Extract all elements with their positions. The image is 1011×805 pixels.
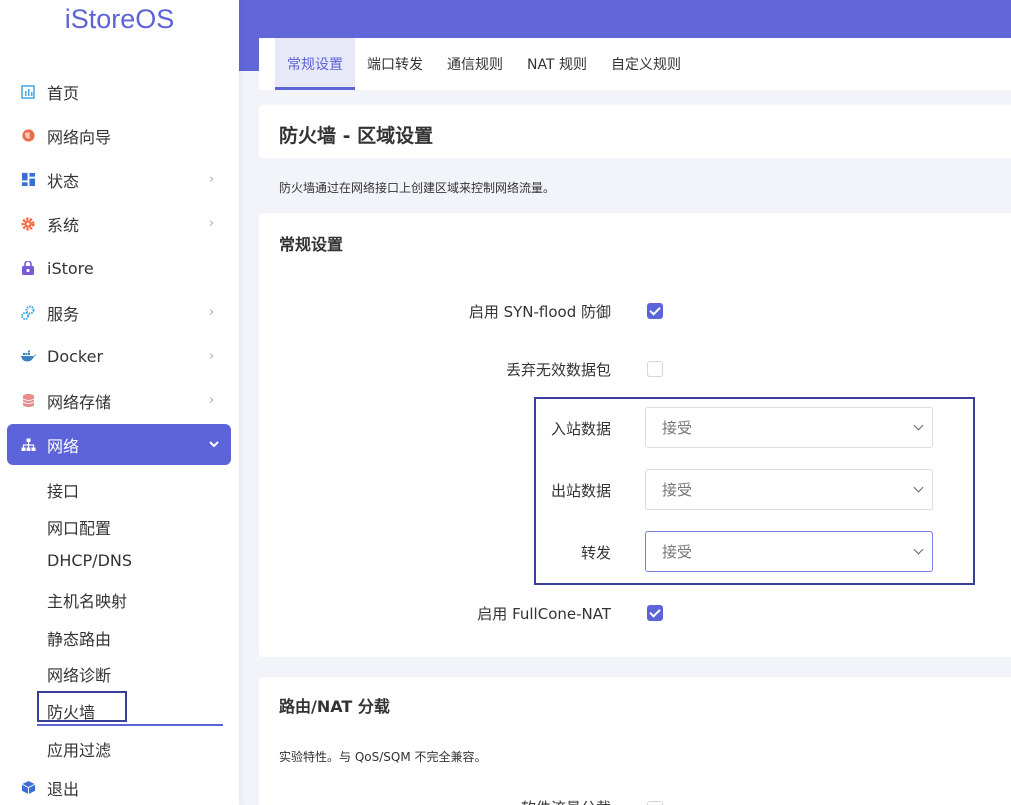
sidebar-item-label: 服务 (47, 304, 80, 324)
forward-policy-label: 转发 (580, 544, 611, 562)
input-policy-select[interactable]: 接受 (645, 407, 933, 448)
drop-invalid-checkbox[interactable] (647, 361, 663, 377)
sidebar-item-label: 首页 (47, 83, 80, 103)
sidebar-item-services[interactable]: 服务 › (7, 292, 231, 333)
page-title: 防火墙 - 区域设置 (279, 125, 434, 147)
tab-port-forwards[interactable]: 端口转发 (355, 38, 435, 90)
forward-policy-select[interactable]: 接受 (645, 531, 933, 572)
sidebar-item-logout[interactable]: 退出 (7, 767, 231, 805)
tab-custom-rules[interactable]: 自定义规则 (599, 38, 693, 90)
software-offload-checkbox[interactable] (647, 801, 663, 805)
database-icon (19, 392, 37, 410)
chevron-right-icon: › (209, 349, 215, 364)
output-policy-label: 出站数据 (550, 482, 611, 500)
tab-general[interactable]: 常规设置 (275, 38, 355, 90)
chevron-down-icon (913, 544, 924, 555)
tab-nat-rules[interactable]: NAT 规则 (515, 38, 599, 90)
forward-policy-value: 接受 (662, 543, 693, 561)
active-sub-underline (37, 724, 223, 726)
chevron-right-icon: › (209, 172, 215, 187)
network-icon (19, 436, 37, 454)
sidebar-item-home[interactable]: 首页 (7, 71, 231, 112)
chevron-right-icon: › (209, 393, 215, 408)
dashboard-icon (19, 83, 37, 101)
output-policy-select[interactable]: 接受 (645, 469, 933, 510)
sidebar-item-label: 系统 (47, 215, 80, 235)
sidebar-sub-port-config[interactable]: 网口配置 (47, 515, 111, 539)
sidebar-sub-dhcp-dns[interactable]: DHCP/DNS (47, 551, 132, 570)
chevron-right-icon: › (209, 216, 215, 231)
sidebar-item-istore[interactable]: iStore (7, 248, 231, 289)
sidebar-sub-app-filter[interactable]: 应用过滤 (47, 737, 111, 761)
offload-description: 实验特性。与 QoS/SQM 不完全兼容。 (279, 750, 487, 764)
sidebar-item-label: 网络向导 (47, 127, 112, 147)
sidebar-item-docker[interactable]: Docker › (7, 336, 231, 377)
offload-card: 路由/NAT 分载 实验特性。与 QoS/SQM 不完全兼容。 软件流量分载 (259, 677, 1011, 805)
offload-title: 路由/NAT 分载 (279, 697, 390, 716)
sidebar-sub-diagnostics[interactable]: 网络诊断 (47, 662, 111, 686)
globe-icon (19, 127, 37, 145)
input-policy-value: 接受 (662, 419, 693, 437)
software-offload-label: 软件流量分载 (521, 797, 611, 805)
input-policy-label: 入站数据 (550, 420, 611, 438)
sidebar-sub-interfaces[interactable]: 接口 (47, 478, 79, 502)
syn-flood-label: 启用 SYN-flood 防御 (468, 303, 611, 321)
fullcone-checkbox[interactable] (647, 605, 663, 621)
page-description: 防火墙通过在网络接口上创建区域来控制网络流量。 (279, 181, 556, 195)
chevron-down-icon (913, 482, 924, 493)
cube-icon (19, 779, 37, 797)
sidebar-item-label: Docker (47, 347, 104, 366)
chevron-down-icon (913, 420, 924, 431)
chevron-right-icon: › (209, 305, 215, 320)
fullcone-label: 启用 FullCone-NAT (477, 605, 611, 623)
sidebar-item-system[interactable]: 系统 › (7, 203, 231, 244)
app-logo[interactable]: iStoreOS (0, 4, 239, 35)
sidebar-item-label: 退出 (47, 779, 80, 799)
store-icon (19, 260, 37, 278)
sidebar-item-label: 状态 (47, 171, 80, 191)
drop-invalid-label: 丢弃无效数据包 (505, 361, 611, 379)
sidebar-item-label: 网络存储 (47, 392, 112, 412)
tab-traffic-rules[interactable]: 通信规则 (435, 38, 515, 90)
services-icon (19, 304, 37, 322)
sidebar-sub-static-routes[interactable]: 静态路由 (47, 626, 111, 650)
sidebar-sub-hostnames[interactable]: 主机名映射 (47, 588, 127, 612)
output-policy-value: 接受 (662, 481, 693, 499)
sidebar-item-storage[interactable]: 网络存储 › (7, 380, 231, 421)
tab-bar: 常规设置 端口转发 通信规则 NAT 规则 自定义规则 (259, 38, 1011, 90)
sidebar-item-wizard[interactable]: 网络向导 (7, 115, 231, 156)
grid-icon (19, 171, 37, 189)
sidebar-item-label: iStore (47, 259, 94, 278)
sidebar-item-label: 网络 (47, 436, 80, 456)
sidebar-item-network[interactable]: 网络 (7, 424, 231, 465)
section-title: 常规设置 (279, 235, 344, 254)
sidebar: iStoreOS 首页 网络向导 状态 › 系统 › iStore 服务 › D… (0, 0, 239, 805)
gear-icon (19, 215, 37, 233)
sidebar-sub-firewall[interactable]: 防火墙 (47, 699, 95, 723)
chevron-down-icon (209, 437, 219, 452)
sidebar-item-status[interactable]: 状态 › (7, 159, 231, 200)
page-title-card: 防火墙 - 区域设置 (259, 105, 1011, 158)
docker-icon (19, 348, 37, 366)
syn-flood-checkbox[interactable] (647, 303, 663, 319)
